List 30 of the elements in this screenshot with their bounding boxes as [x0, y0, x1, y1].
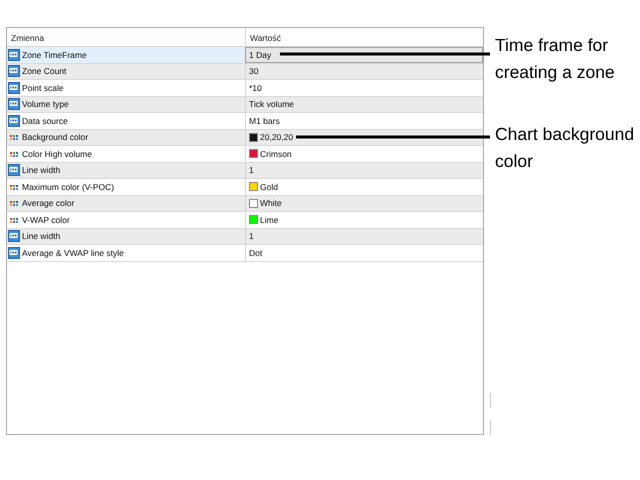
- property-name: Color High volume: [22, 148, 92, 159]
- property-value[interactable]: Gold: [260, 182, 278, 192]
- property-value[interactable]: *10: [249, 82, 262, 93]
- annotation-text: Chart background color: [495, 122, 636, 172]
- property-name: Maximum color (V-POC): [22, 182, 114, 192]
- property-name: Background color: [22, 132, 88, 142]
- annotation-text: Time frame for creating a zone: [495, 34, 616, 84]
- property-name: Average color: [22, 198, 74, 208]
- property-value[interactable]: 1: [249, 231, 254, 242]
- property-name: Zone TimeFrame: [22, 50, 87, 60]
- property-name: Line width: [22, 165, 60, 176]
- property-value[interactable]: Crimson: [260, 148, 292, 159]
- column-header: Zmienna: [10, 32, 46, 45]
- property-value[interactable]: 1 Day: [249, 50, 272, 60]
- property-value[interactable]: 30: [249, 66, 258, 76]
- property-value[interactable]: M1 bars: [249, 116, 280, 126]
- property-value[interactable]: Tick volume: [249, 99, 294, 110]
- property-name: Data source: [22, 116, 68, 126]
- property-name: Volume type: [22, 99, 69, 110]
- column-header: Wartość: [245, 28, 483, 46]
- property-name: Average & VWAP line style: [22, 248, 124, 258]
- property-name: Point scale: [22, 82, 64, 93]
- property-value[interactable]: 1: [249, 165, 254, 176]
- property-value[interactable]: Dot: [249, 248, 262, 258]
- property-name: Zone Count: [22, 66, 66, 76]
- property-value[interactable]: Lime: [260, 214, 278, 225]
- property-value[interactable]: 20,20,20: [260, 132, 294, 142]
- property-name: Line width: [22, 231, 60, 242]
- property-value[interactable]: White: [260, 198, 282, 208]
- property-name: V-WAP color: [22, 214, 70, 225]
